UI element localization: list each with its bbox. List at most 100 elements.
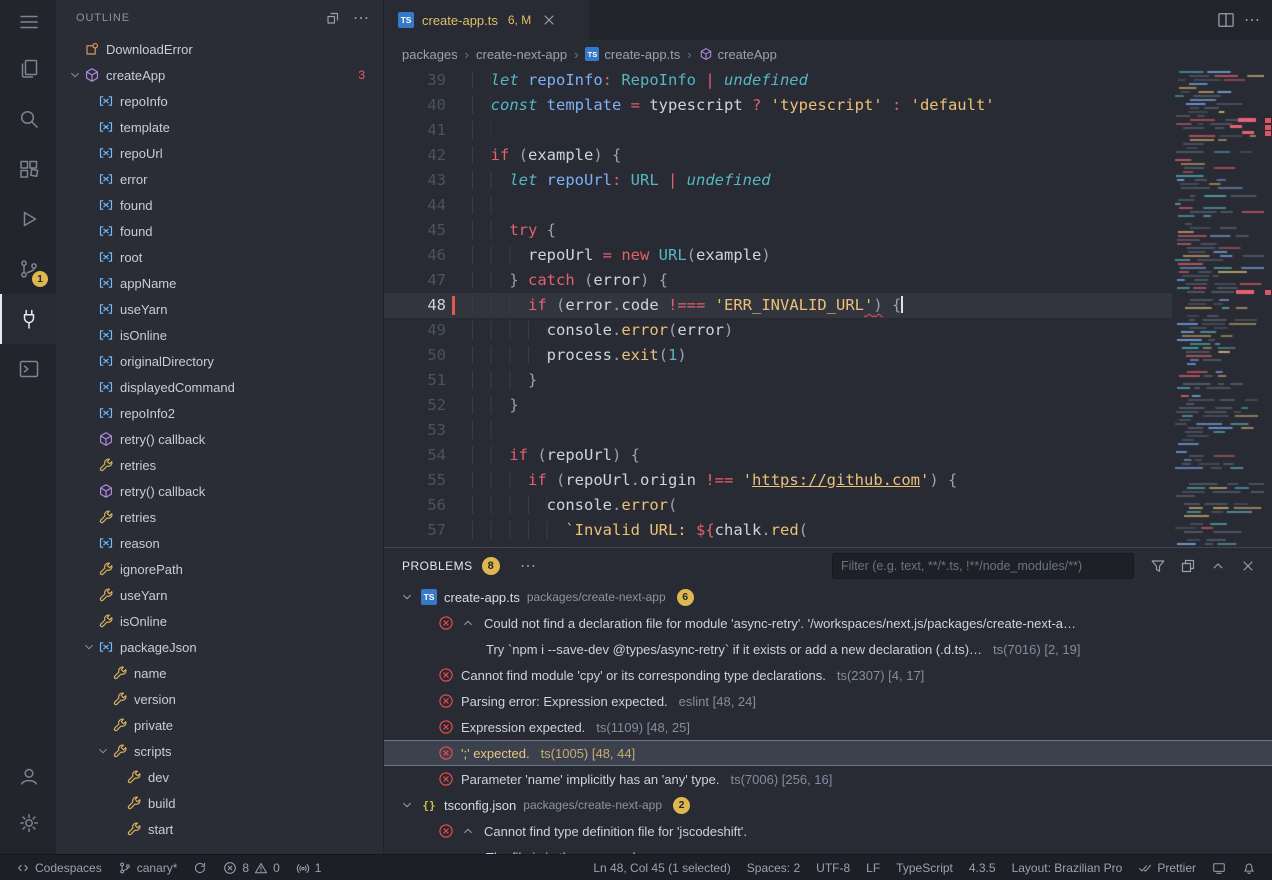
code-line-58[interactable]: 58 `"${example}"` — [384, 543, 1172, 547]
status-ts-version[interactable]: 4.3.5 — [961, 855, 1004, 880]
outline-item-repourl[interactable]: repoUrl — [56, 140, 383, 166]
outline-item-error[interactable]: error — [56, 166, 383, 192]
status-ports[interactable]: 1 — [288, 855, 330, 880]
editor-tab-create-app[interactable]: TS create-app.ts 6, M — [384, 0, 589, 40]
code-line-39[interactable]: 39 let repoInfo: RepoInfo | undefined — [384, 68, 1172, 93]
activity-extensions[interactable] — [0, 144, 56, 194]
breadcrumb-createapp[interactable]: createApp — [699, 47, 777, 62]
breadcrumb-packages[interactable]: packages — [402, 47, 458, 62]
problem-row-2[interactable]: Try `npm i --save-dev @types/async-retry… — [384, 636, 1272, 662]
outline-item-repoinfo[interactable]: repoInfo — [56, 88, 383, 114]
outline-item-ignorepath[interactable]: ignorePath — [56, 556, 383, 582]
status-remote-codespaces[interactable]: Codespaces — [8, 855, 110, 880]
code-line-51[interactable]: 51 } — [384, 368, 1172, 393]
outline-item-downloaderror[interactable]: DownloadError — [56, 36, 383, 62]
split-editor-button[interactable] — [1214, 8, 1238, 32]
activity-settings[interactable] — [0, 798, 56, 848]
code-line-46[interactable]: 46 repoUrl = new URL(example) — [384, 243, 1172, 268]
problems-filter-input[interactable] — [841, 559, 1125, 573]
problem-row-8[interactable]: Cannot find type definition file for 'js… — [384, 818, 1272, 844]
outline-item-found[interactable]: found — [56, 192, 383, 218]
code-line-56[interactable]: 56 console.error( — [384, 493, 1172, 518]
status-language-mode[interactable]: TypeScript — [888, 855, 961, 880]
outline-item-isonline[interactable]: isOnline — [56, 608, 383, 634]
outline-item-repoinfo2[interactable]: repoInfo2 — [56, 400, 383, 426]
outline-item-retries[interactable]: retries — [56, 504, 383, 530]
problem-row-6[interactable]: ';' expected.ts(1005) [48, 44] — [384, 740, 1272, 766]
code-line-48[interactable]: 48 if (error.code !=== 'ERR_INVALID_URL'… — [384, 293, 1172, 318]
overview-ruler[interactable] — [1264, 68, 1272, 547]
outline-item-build[interactable]: build — [56, 790, 383, 816]
code-line-50[interactable]: 50 process.exit(1) — [384, 343, 1172, 368]
panel-more-button[interactable] — [516, 554, 540, 578]
outline-item-scripts[interactable]: scripts — [56, 738, 383, 764]
outline-item-useyarn[interactable]: useYarn — [56, 296, 383, 322]
activity-plug[interactable] — [0, 294, 56, 344]
view-as-table-button[interactable] — [1176, 554, 1200, 578]
outline-item-retry-callback[interactable]: retry() callback — [56, 478, 383, 504]
outline-item-retry-callback[interactable]: retry() callback — [56, 426, 383, 452]
outline-item-start[interactable]: start — [56, 816, 383, 842]
code-line-52[interactable]: 52 } — [384, 393, 1172, 418]
outline-item-createapp[interactable]: createApp3 — [56, 62, 383, 88]
collapse-all-button[interactable] — [321, 6, 345, 30]
code-line-41[interactable]: 41 — [384, 118, 1172, 143]
outline-item-retries[interactable]: retries — [56, 452, 383, 478]
maximize-panel-button[interactable] — [1206, 554, 1230, 578]
activity-source-control[interactable]: 1 — [0, 244, 56, 294]
outline-item-template[interactable]: template — [56, 114, 383, 140]
status-git-branch[interactable]: canary* — [110, 855, 186, 880]
minimap[interactable] — [1172, 68, 1264, 547]
outline-item-displayedcommand[interactable]: displayedCommand — [56, 374, 383, 400]
tab-close-button[interactable] — [539, 10, 559, 30]
problem-row-3[interactable]: Cannot find module 'cpy' or its correspo… — [384, 662, 1272, 688]
status-screencast[interactable] — [1204, 855, 1234, 880]
code-line-45[interactable]: 45 try { — [384, 218, 1172, 243]
activity-run-debug[interactable] — [0, 194, 56, 244]
outline-item-isonline[interactable]: isOnline — [56, 322, 383, 348]
outline-item-found[interactable]: found — [56, 218, 383, 244]
status-problems-summary[interactable]: 80 — [215, 855, 287, 880]
code-line-53[interactable]: 53 — [384, 418, 1172, 443]
activity-search[interactable] — [0, 94, 56, 144]
outline-item-appname[interactable]: appName — [56, 270, 383, 296]
outline-item-originaldirectory[interactable]: originalDirectory — [56, 348, 383, 374]
problem-group-tsconfig-json[interactable]: {}tsconfig.jsonpackages/create-next-app2 — [384, 792, 1272, 818]
code-line-43[interactable]: 43 let repoUrl: URL | undefined — [384, 168, 1172, 193]
code-line-55[interactable]: 55 if (repoUrl.origin !== 'https://githu… — [384, 468, 1172, 493]
code-line-47[interactable]: 47 } catch (error) { — [384, 268, 1172, 293]
outline-item-name[interactable]: name — [56, 660, 383, 686]
activity-terminal[interactable] — [0, 344, 56, 394]
outline-item-useyarn[interactable]: useYarn — [56, 582, 383, 608]
breadcrumb-create-app-ts[interactable]: TScreate-app.ts — [585, 47, 680, 62]
activity-menu[interactable] — [0, 0, 56, 44]
outline-item-root[interactable]: root — [56, 244, 383, 270]
status-notifications[interactable] — [1234, 855, 1264, 880]
status-indentation[interactable]: Spaces: 2 — [739, 855, 808, 880]
activity-explorer[interactable] — [0, 44, 56, 94]
status-formatter-prettier[interactable]: Prettier — [1130, 855, 1204, 880]
code-line-57[interactable]: 57 `Invalid URL: ${chalk.red( — [384, 518, 1172, 543]
problem-row-7[interactable]: Parameter 'name' implicitly has an 'any'… — [384, 766, 1272, 792]
code-line-54[interactable]: 54 if (repoUrl) { — [384, 443, 1172, 468]
tab-problems[interactable]: PROBLEMS 8 — [402, 557, 500, 575]
code-line-42[interactable]: 42 if (example) { — [384, 143, 1172, 168]
filter-icon-button[interactable] — [1146, 554, 1170, 578]
outline-item-reason[interactable]: reason — [56, 530, 383, 556]
outline-item-version[interactable]: version — [56, 686, 383, 712]
code-editor[interactable]: 39 let repoInfo: RepoInfo | undefined40 … — [384, 68, 1272, 547]
problem-row-5[interactable]: Expression expected.ts(1109) [48, 25] — [384, 714, 1272, 740]
activity-account[interactable] — [0, 754, 56, 798]
status-sync[interactable] — [185, 855, 215, 880]
outline-more-button[interactable] — [349, 6, 373, 30]
outline-item-private[interactable]: private — [56, 712, 383, 738]
problem-row-9[interactable]: The file is in the program because: — [384, 844, 1272, 854]
outline-item-dev[interactable]: dev — [56, 764, 383, 790]
code-line-40[interactable]: 40 const template = typescript ? 'typesc… — [384, 93, 1172, 118]
breadcrumb-create-next-app[interactable]: create-next-app — [476, 47, 567, 62]
status-cursor-position[interactable]: Ln 48, Col 45 (1 selected) — [585, 855, 738, 880]
editor-more-button[interactable] — [1240, 8, 1264, 32]
problem-row-4[interactable]: Parsing error: Expression expected.eslin… — [384, 688, 1272, 714]
close-panel-button[interactable] — [1236, 554, 1260, 578]
problem-row-1[interactable]: Could not find a declaration file for mo… — [384, 610, 1272, 636]
